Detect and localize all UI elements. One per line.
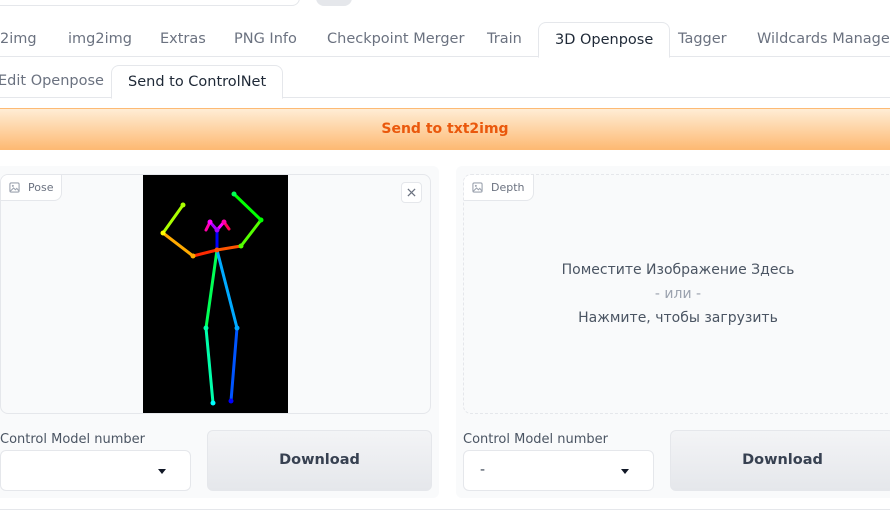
tab-wildcards-manager[interactable]: Wildcards Manager <box>757 22 890 57</box>
depth-badge: Depth <box>464 175 534 201</box>
tab-edit-openpose[interactable]: Edit Openpose <box>0 65 104 98</box>
tab-extras[interactable]: Extras <box>160 22 206 57</box>
tab-tagger[interactable]: Tagger <box>678 22 727 57</box>
tab-checkpoint-merger[interactable]: Checkpoint Merger <box>327 22 464 57</box>
drop-image-text: Поместите Изображение Здесь <box>561 262 795 278</box>
depth-control-model-label: Control Model number <box>463 432 609 447</box>
pose-control-model-select[interactable] <box>0 450 191 491</box>
pose-download-button[interactable]: Download <box>207 430 432 491</box>
top-button[interactable] <box>316 0 352 6</box>
pose-control-model-label: Control Model number <box>0 432 146 447</box>
depth-badge-label: Depth <box>491 181 525 194</box>
tab-txt2img[interactable]: 2img <box>0 22 37 57</box>
image-icon <box>9 182 20 193</box>
caret-down-icon <box>621 469 629 474</box>
tab-3d-openpose[interactable]: 3D Openpose <box>538 22 671 58</box>
tab-send-to-controlnet[interactable]: Send to ControlNet <box>111 65 284 99</box>
close-icon <box>407 188 416 197</box>
depth-select-value: - <box>480 462 486 478</box>
main-tab-bar: 2img img2img Extras PNG Info Checkpoint … <box>0 22 890 58</box>
pose-skeleton-image <box>143 175 288 413</box>
click-to-upload-text: Нажмите, чтобы загрузить <box>578 310 778 326</box>
image-icon <box>472 182 483 193</box>
pose-badge: Pose <box>1 175 63 201</box>
clear-pose-button[interactable] <box>401 182 422 203</box>
top-input-field[interactable] <box>0 0 300 6</box>
tab-img2img[interactable]: img2img <box>68 22 132 57</box>
pose-badge-label: Pose <box>28 181 54 194</box>
send-to-txt2img-button[interactable]: Send to txt2img <box>0 108 890 150</box>
caret-down-icon <box>158 469 166 474</box>
sub-tab-bar: Edit Openpose Send to ControlNet <box>0 65 890 99</box>
depth-download-button[interactable]: Download <box>670 430 890 491</box>
bottom-divider <box>0 509 890 510</box>
depth-control-model-select[interactable]: - <box>463 450 654 491</box>
tab-train[interactable]: Train <box>487 22 522 57</box>
or-separator-text: - или - <box>654 286 702 302</box>
tab-png-info[interactable]: PNG Info <box>234 22 297 57</box>
